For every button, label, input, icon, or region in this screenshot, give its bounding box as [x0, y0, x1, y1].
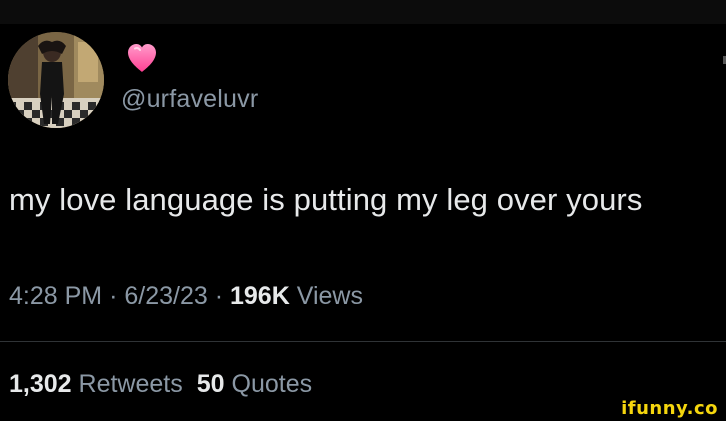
meta-separator: ·	[214, 282, 224, 310]
user-handle[interactable]: @urfaveluvr	[121, 85, 258, 114]
quotes-link[interactable]: 50 Quotes	[197, 370, 312, 398]
quotes-count: 50	[196, 370, 225, 398]
retweets-link[interactable]: 1,302 Retweets	[9, 370, 183, 398]
retweets-label: Retweets	[78, 370, 183, 398]
retweets-count: 1,302	[9, 370, 72, 398]
meta-separator: ·	[109, 282, 118, 310]
watermark-logo: ifunny.co	[621, 398, 718, 419]
divider	[0, 341, 726, 342]
avatar[interactable]	[8, 32, 104, 128]
avatar-image	[8, 32, 104, 128]
views-count: 196K	[230, 282, 290, 310]
engagement-stats: 1,302 Retweets 50 Quotes	[9, 370, 312, 399]
tweet-text: my love language is putting my leg over …	[9, 182, 643, 217]
tweet-metadata: 4:28 PM · 6/23/23 · 196K Views	[9, 282, 363, 311]
views-label: Views	[296, 282, 363, 310]
quotes-label: Quotes	[231, 370, 313, 398]
tweet-time[interactable]: 4:28 PM	[9, 282, 102, 310]
tweet-date[interactable]: 6/23/23	[124, 282, 207, 310]
top-bar	[0, 0, 726, 24]
heart-icon	[125, 41, 159, 75]
bottom-bar	[0, 401, 726, 421]
